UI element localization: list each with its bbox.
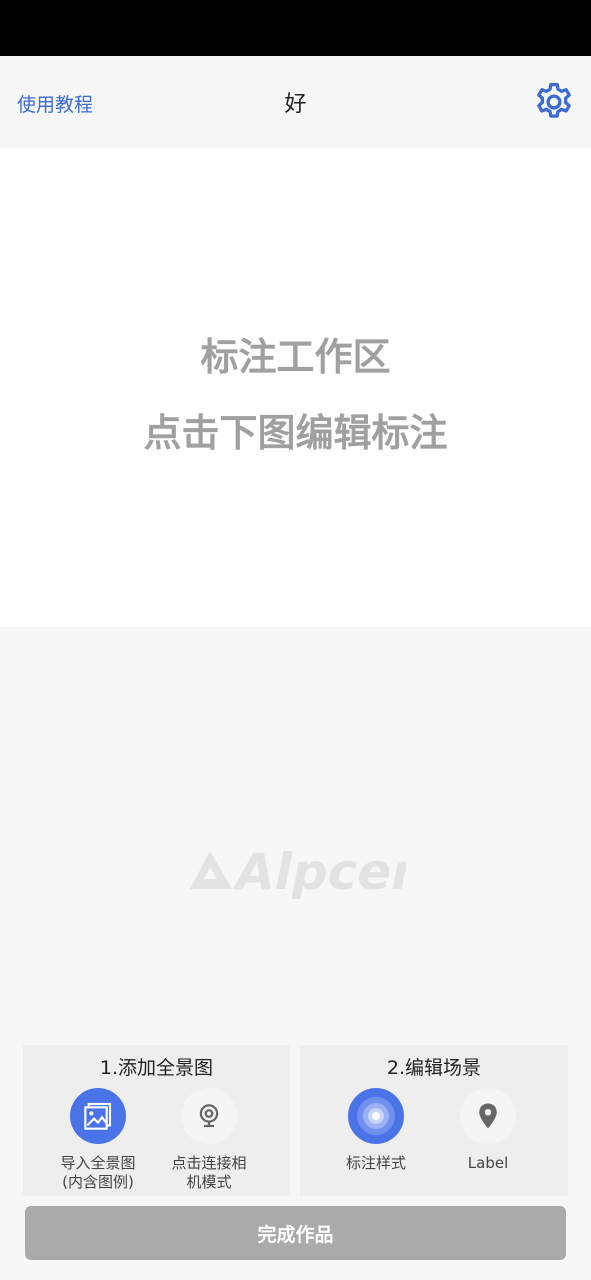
work-area-hint: 点击下图编辑标注 [143,411,448,455]
add-panorama-panel: 1.添加全景图 导入全景图 (内含图例) 点击连接相 机模式 [23,1045,290,1196]
label-button[interactable]: Label [433,1088,543,1173]
status-bar [0,0,591,56]
panorama-preview-area[interactable]: Alpcer [0,627,591,1037]
edit-scene-title: 2.编辑场景 [386,1057,482,1079]
camera-mode-button[interactable]: 点击连接相 机模式 [154,1088,264,1192]
annotation-work-area[interactable]: 标注工作区 点击下图编辑标注 [0,148,591,627]
marker-style-button[interactable]: 标注样式 [321,1088,431,1173]
alpcer-logo: Alpcer [190,843,406,899]
add-panorama-title: 1.添加全景图 [99,1057,214,1079]
ripple-marker-icon [348,1088,404,1144]
page-title: 好 [284,92,307,117]
webcam-icon [181,1088,237,1144]
map-pin-icon [460,1088,516,1144]
svg-text:Alpcer: Alpcer [232,843,406,899]
top-bar: 使用教程 好 [0,56,591,148]
gear-icon[interactable] [532,80,576,124]
label-label: Label [467,1154,509,1172]
marker-style-label: 标注样式 [345,1154,406,1172]
camera-mode-label: 点击连接相 机模式 [171,1154,247,1191]
import-panorama-label: 导入全景图 (内含图例) [60,1154,136,1191]
image-icon [70,1088,126,1144]
work-area-heading: 标注工作区 [200,335,391,379]
edit-scene-panel: 2.编辑场景 标注样式 Label [300,1045,568,1196]
finish-work-button[interactable]: 完成作品 [25,1206,566,1260]
import-panorama-button[interactable]: 导入全景图 (内含图例) [43,1088,153,1192]
